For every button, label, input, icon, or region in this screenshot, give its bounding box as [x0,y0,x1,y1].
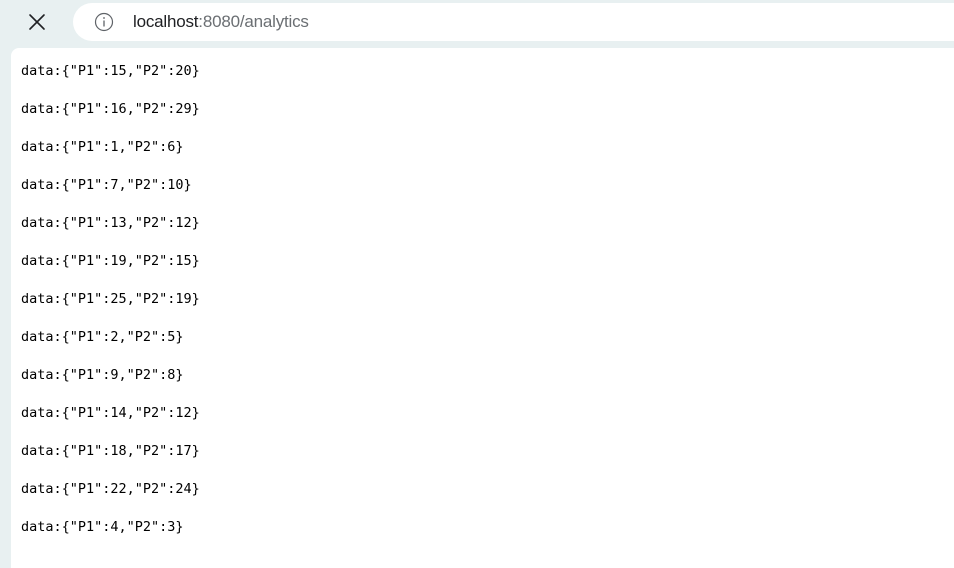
data-line: data:{"P1":18,"P2":17} [21,443,200,459]
data-line: data:{"P1":7,"P2":10} [21,177,192,193]
url-path: :8080/analytics [198,12,309,31]
data-line: data:{"P1":25,"P2":19} [21,291,200,307]
data-line: data:{"P1":16,"P2":29} [21,101,200,117]
data-line: data:{"P1":13,"P2":12} [21,215,200,231]
data-line: data:{"P1":2,"P2":5} [21,329,184,345]
page-content: data:{"P1":15,"P2":20} data:{"P1":16,"P2… [11,48,954,568]
data-line: data:{"P1":14,"P2":12} [21,405,200,421]
data-line: data:{"P1":22,"P2":24} [21,481,200,497]
data-line: data:{"P1":4,"P2":3} [21,519,184,535]
data-line: data:{"P1":15,"P2":20} [21,63,200,79]
close-button[interactable] [18,4,56,40]
url-text[interactable]: localhost:8080/analytics [133,12,309,32]
data-line: data:{"P1":1,"P2":6} [21,139,184,155]
url-host: localhost [133,12,199,31]
address-bar[interactable]: localhost:8080/analytics [73,3,954,41]
data-line: data:{"P1":19,"P2":15} [21,253,200,269]
close-icon [29,14,45,30]
browser-toolbar: localhost:8080/analytics [0,0,954,46]
info-icon[interactable] [94,12,114,32]
data-line: data:{"P1":9,"P2":8} [21,367,184,383]
